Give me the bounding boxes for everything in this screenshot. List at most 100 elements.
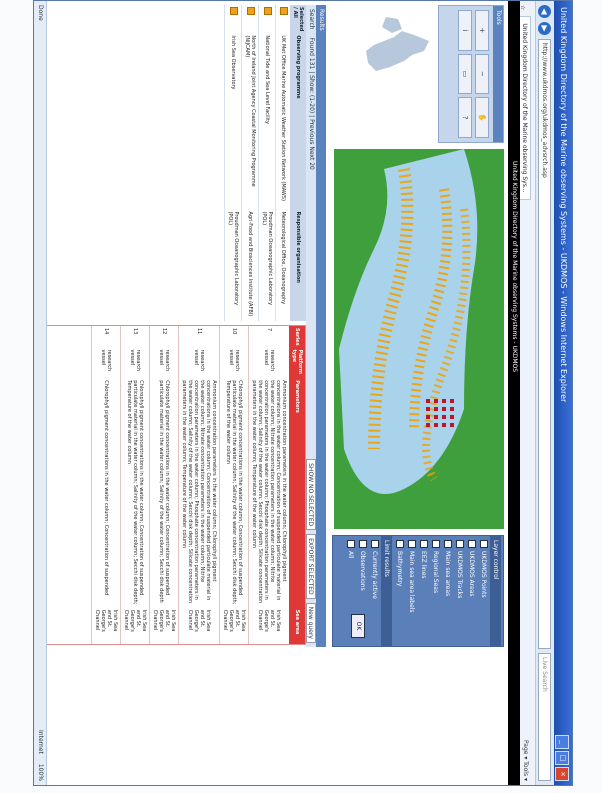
programme-cell: UK Met Office Marine Automatic Weather S…: [275, 33, 290, 210]
search-field[interactable]: Live Search: [538, 653, 552, 781]
info-icon[interactable]: i: [458, 10, 472, 51]
checkbox[interactable]: [408, 540, 416, 548]
legend-item: EEZ lines: [420, 551, 428, 579]
search-label: Search: [308, 9, 315, 30]
table-row[interactable]: North of Ireland Joint Agency Coastal Mo…: [241, 5, 259, 321]
info-icon[interactable]: [230, 7, 238, 15]
legend-item: UKDMOS Areas: [468, 551, 476, 597]
legend-title: Layer control: [490, 536, 501, 646]
address-bar: ◀ ▶ http://www.ukdmos.org/ukdmos_advsrch…: [535, 1, 554, 785]
table-row[interactable]: 14 research vessel Chlorophyll pigment c…: [91, 326, 121, 644]
platform-cell: research vessel: [120, 347, 150, 379]
column-header[interactable]: Selected / All: [290, 5, 306, 34]
series-cell: 14: [91, 326, 121, 348]
series-cell: 13: [120, 326, 150, 348]
column-header[interactable]: Sea area: [289, 607, 305, 644]
checkbox[interactable]: [432, 540, 440, 548]
results-panel: Results Search Found 131 | Show: (1-20) …: [33, 5, 326, 647]
url-field[interactable]: http://www.ukdmos.org/ukdmos_advsrch.asp: [538, 39, 552, 649]
checkbox[interactable]: [396, 540, 404, 548]
status-text: Done: [37, 5, 44, 21]
area-cell: Irish Sea and St. George's Channel: [149, 607, 179, 644]
params-cell: Chlorophyll pigment concentrations in th…: [219, 378, 249, 608]
page-tools-menu[interactable]: Page ▾ Tools ▾: [519, 740, 529, 781]
results-title: Results: [316, 5, 326, 647]
back-arrow-icon[interactable]: ◀: [538, 5, 552, 18]
table-row[interactable]: 11 research vessel Ammonium concentratio…: [178, 326, 220, 644]
radio[interactable]: [359, 540, 367, 548]
column-header[interactable]: Responsible organisation: [290, 209, 306, 321]
params-cell: Chlorophyll pigment concentrations in th…: [149, 378, 179, 608]
platform-cell: research vessel: [248, 347, 289, 379]
params-cell: Ammonium concentration parameters in the…: [248, 378, 289, 608]
browser-window: United Kingdom Directory of the Marine o…: [33, 0, 573, 786]
area-cell: Irish Sea and St. George's Channel: [219, 607, 249, 644]
zone-indicator: Internet: [37, 730, 44, 754]
area-cell: Irish Sea and St. George's Channel: [248, 607, 289, 644]
forward-arrow-icon[interactable]: ▶: [538, 22, 552, 35]
programme-cell: North of Ireland Joint Agency Coastal Mo…: [241, 33, 259, 210]
checkbox[interactable]: [456, 540, 464, 548]
table-row[interactable]: UK Met Office Marine Automatic Weather S…: [275, 5, 290, 321]
info-icon[interactable]: [280, 7, 288, 15]
column-header[interactable]: Parameters: [289, 378, 305, 608]
radio[interactable]: [371, 540, 379, 548]
tools-panel: Tools + − ✋ i ▭ ?: [438, 5, 504, 143]
page-header: United Kingdom Directory of the Marine o…: [508, 1, 520, 785]
table-row[interactable]: Irish Sea Observatory Proudman Oceanogra…: [224, 5, 242, 321]
query-item: All: [347, 551, 355, 559]
export-selected-button[interactable]: EXPORT SELECTED: [306, 534, 316, 599]
org-cell: Agri-Food and Biosciences Institute (AFB…: [241, 209, 259, 321]
zoom-in-icon[interactable]: +: [475, 10, 489, 51]
browser-tab[interactable]: United Kingdom Directory of the Marine o…: [519, 16, 531, 200]
main-map[interactable]: [334, 149, 504, 529]
legend-item: Bathymetry: [396, 551, 404, 587]
area-cell: Irish Sea and St. George's Channel: [178, 607, 220, 644]
org-cell: Proudman Oceanographic Laboratory (POL): [224, 209, 242, 321]
params-cell: Ammonium concentration parameters in the…: [178, 378, 220, 608]
minimize-button[interactable]: _: [555, 735, 569, 749]
column-header[interactable]: Platform type: [289, 347, 305, 379]
legend-item: Regional Seas: [432, 551, 440, 594]
maximize-button[interactable]: □: [555, 751, 569, 765]
close-button[interactable]: ×: [555, 767, 569, 781]
tools-title: Tools: [493, 6, 503, 142]
detail-table: Series Platform type Parameters Sea area…: [91, 326, 305, 644]
status-bar: Done Internet 100%: [34, 1, 47, 785]
series-cell: 7: [248, 326, 289, 348]
ok-button[interactable]: OK: [351, 614, 365, 638]
table-row[interactable]: 13 research vessel Chlorophyll pigment c…: [120, 326, 150, 644]
series-cell: 10: [219, 326, 249, 348]
select-icon[interactable]: ▭: [458, 53, 472, 95]
table-row[interactable]: 7 research vessel Ammonium concentration…: [248, 326, 289, 644]
layer-control-panel: Layer control UKDMOS Points UKDMOS Areas…: [332, 535, 504, 647]
platform-cell: research vessel: [219, 347, 249, 379]
checkbox[interactable]: [468, 540, 476, 548]
zoom-level[interactable]: 100%: [34, 764, 46, 781]
series-cell: 12: [149, 326, 179, 348]
identify-icon[interactable]: ?: [458, 97, 472, 138]
info-icon[interactable]: [247, 7, 255, 15]
area-cell: Irish Sea and St. George's Channel: [91, 607, 121, 644]
new-query-link[interactable]: New query: [306, 602, 316, 643]
params-cell: Chlorophyll pigment concentrations in th…: [120, 378, 150, 608]
info-icon[interactable]: [264, 7, 272, 15]
pan-icon[interactable]: ✋: [475, 97, 489, 138]
column-header[interactable]: Observing programme: [290, 33, 306, 210]
platform-cell: research vessel: [91, 347, 121, 379]
checkbox[interactable]: [480, 540, 488, 548]
favorites-star-icon[interactable]: ☆: [519, 5, 526, 10]
show-selected-button[interactable]: SHOW NO SELECTED: [306, 459, 316, 531]
radio[interactable]: [347, 540, 355, 548]
column-header[interactable]: Series: [289, 326, 305, 348]
checkbox[interactable]: [444, 540, 452, 548]
table-row[interactable]: 12 research vessel Chlorophyll pigment c…: [149, 326, 179, 644]
area-cell: Irish Sea and St. George's Channel: [120, 607, 150, 644]
legend-item: UKDMOS Points: [480, 551, 488, 598]
zoom-out-icon[interactable]: −: [475, 53, 489, 95]
detail-table-panel: Series Platform type Parameters Sea area…: [33, 325, 306, 645]
checkbox[interactable]: [420, 540, 428, 548]
table-row[interactable]: 10 research vessel Chlorophyll pigment c…: [219, 326, 249, 644]
table-row[interactable]: National Tide and Sea Level Facility Pro…: [258, 5, 276, 321]
programme-table: Selected / All Observing programme Respo…: [224, 5, 306, 321]
